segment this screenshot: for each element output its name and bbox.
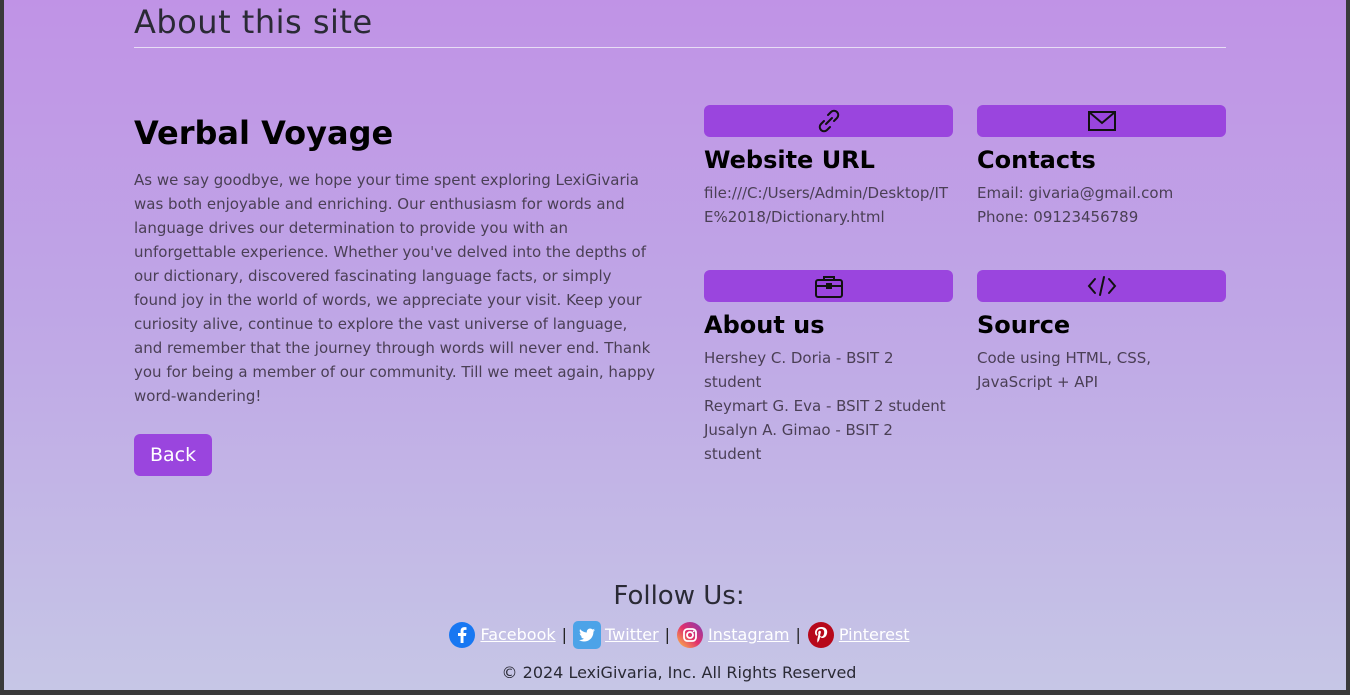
about-us-title: About us — [704, 311, 825, 339]
contacts-email: Email: givaria@gmail.com — [977, 184, 1174, 202]
back-button[interactable]: Back — [134, 434, 213, 476]
code-icon — [1087, 276, 1116, 296]
about-us-icon-bar — [704, 270, 953, 302]
separator: | — [795, 625, 801, 644]
source-card: Source Code using HTML, CSS, JavaScript … — [977, 270, 1226, 394]
pinterest-link[interactable]: Pinterest — [807, 618, 910, 652]
contacts-card: Contacts Email: givaria@gmail.com Phone:… — [977, 105, 1226, 229]
website-url-value: file:///C:/Users/Admin/Desktop/ITE%2018/… — [704, 184, 949, 226]
instagram-link[interactable]: Instagram — [676, 618, 789, 652]
facebook-icon — [449, 622, 476, 648]
page-header: About this site — [134, 0, 1226, 48]
website-url-title: Website URL — [704, 146, 875, 174]
source-description: Code using HTML, CSS, JavaScript + API — [977, 349, 1152, 391]
twitter-link[interactable]: Twitter — [573, 618, 659, 652]
follow-us-title: Follow Us: — [613, 581, 745, 611]
pinterest-label: Pinterest — [838, 625, 910, 644]
member-2: Reymart G. Eva - BSIT 2 student — [704, 397, 946, 415]
copyright: © 2024 LexiGivaria, Inc. All Rights Rese… — [501, 663, 857, 682]
envelope-icon — [1087, 111, 1116, 131]
member-1: Hershey C. Doria - BSIT 2 student — [704, 349, 894, 391]
about-us-card: About us Hershey C. Doria - BSIT 2 stude… — [704, 270, 953, 466]
facebook-link[interactable]: Facebook — [448, 618, 556, 652]
header-divider — [134, 47, 1226, 48]
link-icon — [818, 109, 839, 133]
intro-section: Verbal Voyage As we say goodbye, we hope… — [134, 112, 659, 476]
instagram-icon — [677, 622, 704, 648]
source-title: Source — [977, 311, 1071, 339]
twitter-icon — [573, 621, 602, 649]
intro-title: Verbal Voyage — [134, 114, 394, 152]
page-background: About this site Verbal Voyage As we say … — [0, 0, 1350, 695]
member-3: Jusalyn A. Gimao - BSIT 2 student — [704, 421, 893, 463]
contacts-phone: Phone: 09123456789 — [977, 208, 1139, 226]
source-icon-bar — [977, 270, 1226, 302]
pinterest-icon — [807, 622, 834, 648]
website-url-card: Website URL file:///C:/Users/Admin/Deskt… — [704, 105, 953, 229]
social-links: Facebook | Twitter | Instagram | Pintere… — [4, 618, 1350, 652]
contacts-icon-bar — [977, 105, 1226, 137]
twitter-label: Twitter — [605, 625, 659, 644]
contacts-title: Contacts — [977, 146, 1096, 174]
page-title: About this site — [134, 3, 373, 41]
intro-text: As we say goodbye, we hope your time spe… — [134, 171, 656, 405]
briefcase-icon — [814, 276, 843, 298]
separator: | — [561, 625, 568, 644]
separator: | — [664, 625, 671, 644]
website-url-icon-bar — [704, 105, 953, 137]
footer: Follow Us: Facebook | Twitter | Instagra… — [4, 578, 1350, 684]
facebook-label: Facebook — [480, 625, 556, 644]
instagram-label: Instagram — [708, 625, 790, 644]
